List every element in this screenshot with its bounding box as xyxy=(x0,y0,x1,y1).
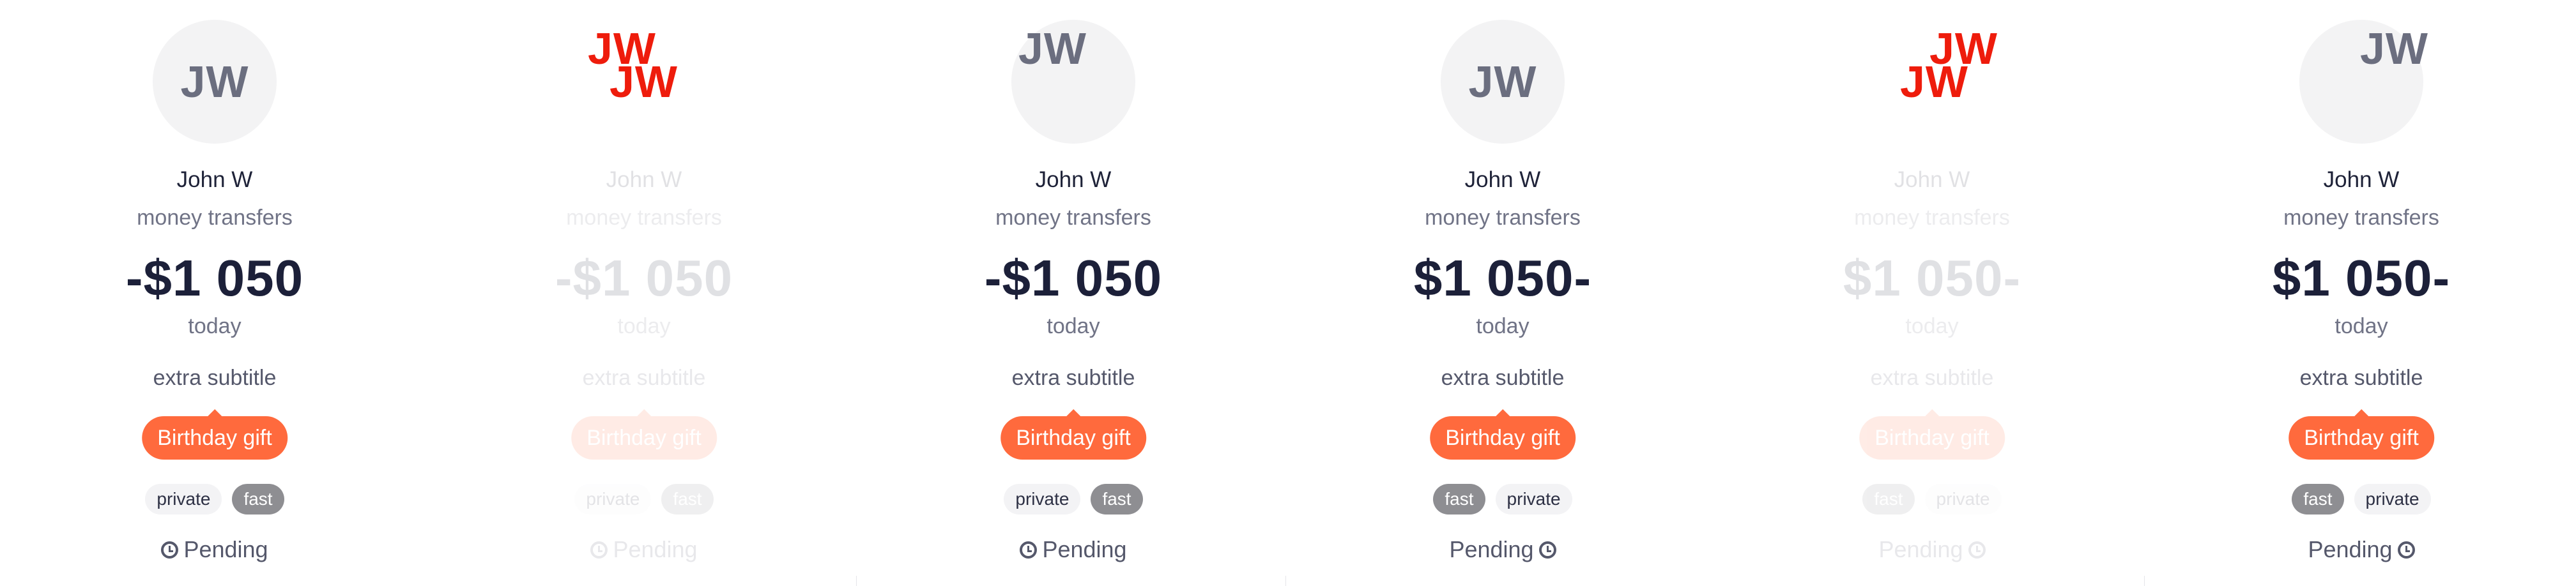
transaction-subtitle: money transfers xyxy=(566,206,722,230)
extra-subtitle: extra subtitle xyxy=(153,366,277,390)
tag-birthday-gift[interactable]: Birthday gift xyxy=(1430,409,1575,460)
transaction-date: today xyxy=(1476,314,1529,338)
contact-name: John W xyxy=(1035,167,1112,192)
clock-icon xyxy=(1968,541,1986,559)
tag-birthday-gift: Birthday gift xyxy=(1859,409,2005,460)
chip-private[interactable]: private xyxy=(1495,484,1572,515)
transaction-date: today xyxy=(617,314,671,338)
column-divider xyxy=(1285,576,1286,586)
transaction-subtitle: money transfers xyxy=(995,206,1151,230)
contact-name: John W xyxy=(2323,167,2400,192)
status: Pending xyxy=(0,536,429,563)
avatar-initials: JW xyxy=(1018,24,1087,73)
status: Pending xyxy=(2147,536,2576,563)
chip-fast: fast xyxy=(661,484,714,515)
status-label: Pending xyxy=(613,536,698,562)
amount: -$1 050 xyxy=(984,250,1163,306)
status: Pending xyxy=(1717,536,2147,563)
contact-name: John W xyxy=(1894,167,1970,192)
status: Pending xyxy=(1288,536,1717,563)
extra-subtitle: extra subtitle xyxy=(2299,366,2423,390)
amount: $1 050- xyxy=(2272,250,2451,306)
avatar-initials: JW xyxy=(1468,57,1537,107)
avatar-initials-duplicate: JW xyxy=(610,57,678,107)
amount: -$1 050 xyxy=(125,250,304,306)
status-label: Pending xyxy=(1878,536,1963,562)
status-label: Pending xyxy=(1042,536,1127,562)
extra-subtitle: extra subtitle xyxy=(1441,366,1565,390)
status-label: Pending xyxy=(183,536,268,562)
avatar: JW xyxy=(2147,20,2576,147)
chip-list: fast private xyxy=(2147,484,2576,515)
chip-private[interactable]: private xyxy=(2354,484,2431,515)
avatar-initials-duplicate: JW xyxy=(1900,57,1968,107)
avatar-initials: JW xyxy=(2360,24,2428,73)
chip-fast[interactable]: fast xyxy=(2292,484,2344,515)
transaction-date: today xyxy=(1905,314,1959,338)
chip-list: private fast xyxy=(429,484,859,515)
chip-private[interactable]: private xyxy=(145,484,222,515)
chip-list: private fast xyxy=(859,484,1288,515)
status: Pending xyxy=(429,536,859,563)
transaction-date: today xyxy=(188,314,241,338)
clock-icon xyxy=(161,541,179,559)
chip-private[interactable]: private xyxy=(1004,484,1081,515)
contact-name: John W xyxy=(606,167,682,192)
contact-name: John W xyxy=(176,167,253,192)
transaction-subtitle: money transfers xyxy=(2283,206,2439,230)
avatar-initials: JW xyxy=(180,57,249,107)
avatar: JW xyxy=(1288,20,1717,147)
extra-subtitle: extra subtitle xyxy=(1011,366,1135,390)
chip-list: private fast xyxy=(0,484,429,515)
transaction-date: today xyxy=(2334,314,2388,338)
clock-icon xyxy=(1538,541,1556,559)
transaction-subtitle: money transfers xyxy=(1854,206,2010,230)
avatar: JW xyxy=(0,20,429,147)
chip-fast: fast xyxy=(1862,484,1915,515)
chip-list: fast private xyxy=(1717,484,2147,515)
clock-icon xyxy=(1020,541,1038,559)
amount: -$1 050 xyxy=(555,250,733,306)
amount: $1 050- xyxy=(1843,250,2021,306)
transaction-card-disabled: JW JW John W money transfers -$1 050 tod… xyxy=(429,0,859,586)
clock-icon xyxy=(2397,541,2415,559)
avatar: JW JW xyxy=(1717,20,2147,147)
tag-birthday-gift[interactable]: Birthday gift xyxy=(1000,409,1146,460)
clock-icon xyxy=(590,541,608,559)
extra-subtitle: extra subtitle xyxy=(1870,366,1994,390)
chip-fast[interactable]: fast xyxy=(232,484,284,515)
avatar: JW xyxy=(859,20,1288,147)
avatar: JW JW xyxy=(429,20,859,147)
tag-birthday-gift: Birthday gift xyxy=(571,409,717,460)
status-label: Pending xyxy=(2308,536,2393,562)
chip-fast[interactable]: fast xyxy=(1091,484,1143,515)
chip-fast[interactable]: fast xyxy=(1433,484,1485,515)
tag-birthday-gift[interactable]: Birthday gift xyxy=(142,409,288,460)
tag-birthday-gift[interactable]: Birthday gift xyxy=(2288,409,2434,460)
transaction-card[interactable]: JW John W money transfers $1 050- today … xyxy=(1288,0,1717,586)
amount: $1 050- xyxy=(1413,250,1592,306)
transaction-card[interactable]: JW John W money transfers -$1 050 today … xyxy=(0,0,429,586)
chip-list: fast private xyxy=(1288,484,1717,515)
column-divider xyxy=(856,576,857,586)
transaction-card[interactable]: JW John W money transfers -$1 050 today … xyxy=(859,0,1288,586)
transaction-date: today xyxy=(1046,314,1100,338)
contact-name: John W xyxy=(1464,167,1541,192)
column-divider xyxy=(2144,576,2145,586)
chip-private: private xyxy=(574,484,652,515)
transaction-subtitle: money transfers xyxy=(137,206,293,230)
status-label: Pending xyxy=(1449,536,1534,562)
transaction-subtitle: money transfers xyxy=(1425,206,1581,230)
status: Pending xyxy=(859,536,1288,563)
transaction-card[interactable]: JW John W money transfers $1 050- today … xyxy=(2147,0,2576,586)
extra-subtitle: extra subtitle xyxy=(582,366,706,390)
chip-private: private xyxy=(1924,484,2002,515)
transaction-card-disabled: JW JW John W money transfers $1 050- tod… xyxy=(1717,0,2147,586)
